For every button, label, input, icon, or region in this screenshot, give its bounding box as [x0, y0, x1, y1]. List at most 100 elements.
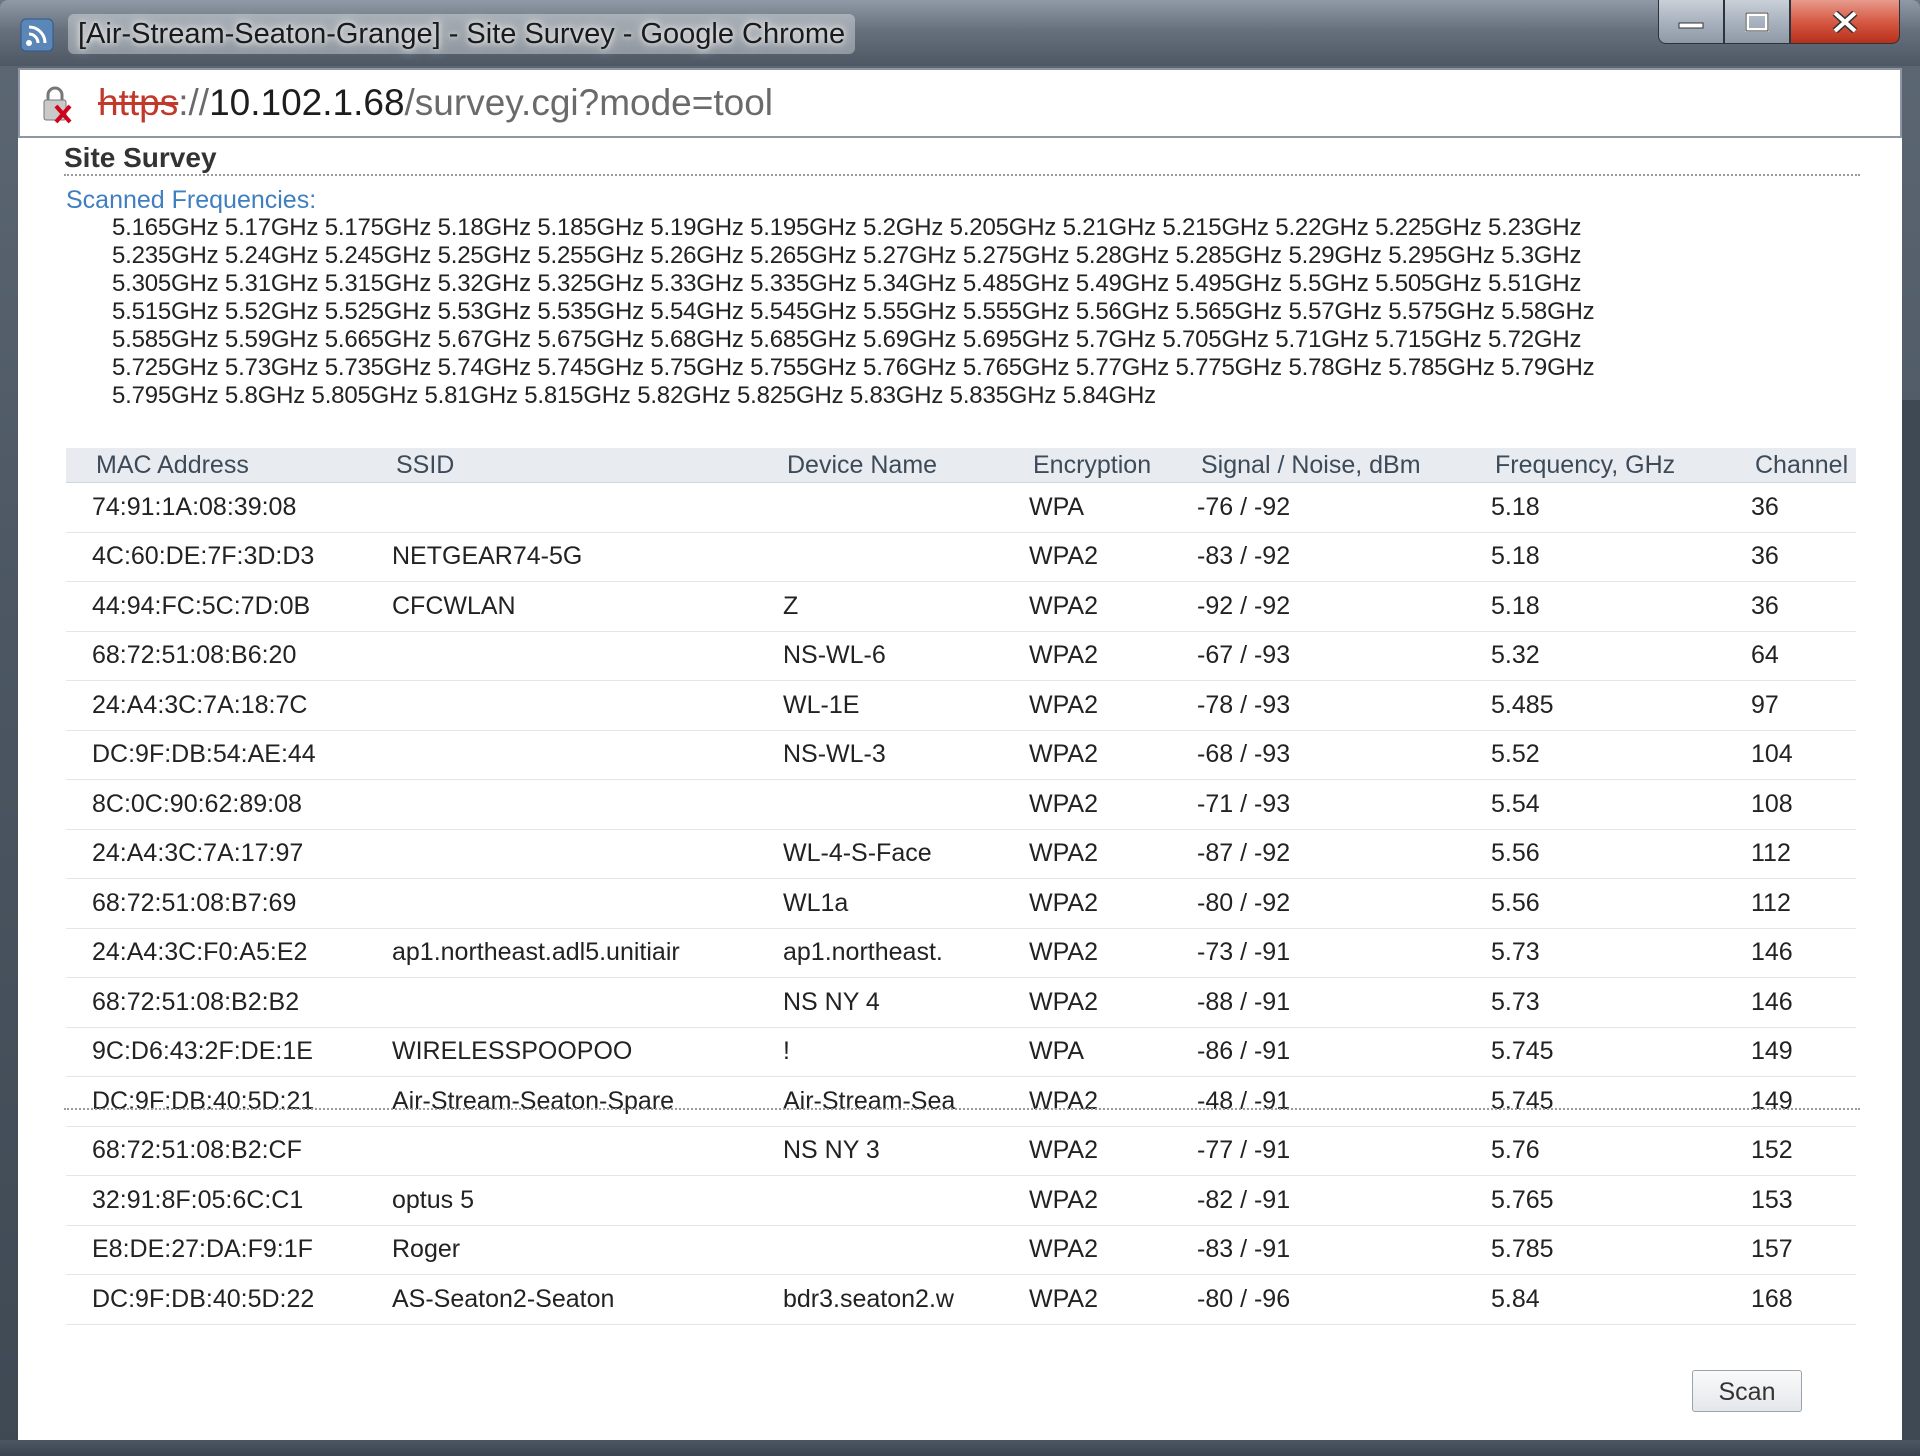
window-title: [Air-Stream-Seaton-Grange] - Site Survey…	[68, 14, 856, 54]
table-row: 74:91:1A:08:39:08 WPA -76 / -92 5.18 36	[66, 482, 1856, 533]
cell-device-name: WL1a	[783, 878, 1029, 929]
table-row: DC:9F:DB:40:5D:21 Air-Stream-Seaton-Spare…	[66, 1076, 1856, 1127]
url-text[interactable]: https://10.102.1.68/survey.cgi?mode=tool	[98, 70, 773, 136]
title-bar[interactable]: [Air-Stream-Seaton-Grange] - Site Survey…	[0, 0, 1920, 66]
column-header-frequency[interactable]: Frequency, GHz	[1491, 448, 1751, 483]
cell-signal-noise: -48 / -91	[1197, 1076, 1491, 1127]
cell-signal-noise: -67 / -93	[1197, 631, 1491, 681]
browser-window: [Air-Stream-Seaton-Grange] - Site Survey…	[0, 0, 1920, 1456]
cell-mac: 24:A4:3C:7A:17:97	[66, 829, 392, 879]
cell-frequency: 5.18	[1491, 482, 1751, 533]
cell-signal-noise: -71 / -93	[1197, 779, 1491, 830]
column-header-channel[interactable]: Channel	[1751, 448, 1856, 483]
cell-frequency: 5.76	[1491, 1126, 1751, 1176]
table-row: 68:72:51:08:B2:CF NS NY 3 WPA2 -77 / -91 5.7…	[66, 1126, 1856, 1176]
cell-signal-noise: -78 / -93	[1197, 680, 1491, 731]
window-bottom-frame	[0, 1440, 1920, 1456]
cell-device-name: WL-1E	[783, 680, 1029, 731]
cell-channel: 97	[1751, 680, 1856, 731]
cell-channel: 36	[1751, 482, 1856, 533]
cell-encryption: WPA2	[1029, 829, 1197, 879]
frequency-line: 5.305GHz 5.31GHz 5.315GHz 5.32GHz 5.325G…	[112, 270, 1582, 297]
cell-channel: 153	[1751, 1175, 1856, 1226]
column-header-encryption[interactable]: Encryption	[1029, 448, 1197, 483]
cell-ssid: WIRELESSPOOPOO	[392, 1027, 783, 1077]
cell-mac: 44:94:FC:5C:7D:0B	[66, 581, 392, 632]
cell-encryption: WPA2	[1029, 977, 1197, 1028]
cell-encryption: WPA2	[1029, 1225, 1197, 1275]
cell-channel: 36	[1751, 532, 1856, 582]
cell-frequency: 5.765	[1491, 1175, 1751, 1226]
cell-channel: 36	[1751, 581, 1856, 632]
page-title: Site Survey	[64, 142, 217, 173]
cell-ssid	[392, 730, 783, 780]
frequency-line: 5.725GHz 5.73GHz 5.735GHz 5.74GHz 5.745G…	[112, 354, 1595, 381]
cell-device-name	[783, 482, 1029, 533]
cell-channel: 146	[1751, 928, 1856, 978]
cell-signal-noise: -83 / -92	[1197, 532, 1491, 582]
frequency-line: 5.165GHz 5.17GHz 5.175GHz 5.18GHz 5.185G…	[112, 214, 1582, 241]
column-header-signal-noise[interactable]: Signal / Noise, dBm	[1197, 448, 1491, 483]
table-row: 32:91:8F:05:6C:C1 optus 5 WPA2 -82 / -91 5.7…	[66, 1175, 1856, 1226]
table-header-row: MAC Address SSID Device Name Encryption …	[66, 448, 1856, 483]
cell-signal-noise: -80 / -92	[1197, 878, 1491, 929]
cell-frequency: 5.84	[1491, 1274, 1751, 1325]
cell-ssid	[392, 1126, 783, 1176]
cell-encryption: WPA2	[1029, 878, 1197, 929]
close-icon	[1832, 10, 1858, 33]
cell-device-name	[783, 1175, 1029, 1226]
cell-channel: 112	[1751, 878, 1856, 929]
cell-signal-noise: -92 / -92	[1197, 581, 1491, 632]
cell-encryption: WPA2	[1029, 779, 1197, 830]
cell-signal-noise: -82 / -91	[1197, 1175, 1491, 1226]
close-button[interactable]	[1790, 0, 1900, 44]
cell-channel: 152	[1751, 1126, 1856, 1176]
cell-mac: 68:72:51:08:B2:CF	[66, 1126, 392, 1176]
table-row: 24:A4:3C:F0:A5:E2 ap1.northeast.adl5.unit…	[66, 928, 1856, 978]
scan-button[interactable]: Scan	[1692, 1370, 1802, 1412]
cell-frequency: 5.56	[1491, 878, 1751, 929]
cell-channel: 168	[1751, 1274, 1856, 1325]
cell-channel: 149	[1751, 1076, 1856, 1127]
cell-encryption: WPA	[1029, 482, 1197, 533]
column-header-mac[interactable]: MAC Address	[66, 448, 392, 483]
table-row: 68:72:51:08:B2:B2 NS NY 4 WPA2 -88 / -91 5.7…	[66, 977, 1856, 1028]
cell-device-name	[783, 1225, 1029, 1275]
page-content: Site Survey Scanned Frequencies: 5.165GH…	[18, 138, 1902, 1440]
table-row: DC:9F:DB:54:AE:44 NS-WL-3 WPA2 -68 / -93 5.5…	[66, 730, 1856, 780]
cell-ssid: Air-Stream-Seaton-Spare	[392, 1076, 783, 1127]
cell-mac: DC:9F:DB:54:AE:44	[66, 730, 392, 780]
cell-device-name: WL-4-S-Face	[783, 829, 1029, 879]
cell-ssid: Roger	[392, 1225, 783, 1275]
address-bar[interactable]: https://10.102.1.68/survey.cgi?mode=tool	[18, 68, 1902, 138]
table-row: 24:A4:3C:7A:17:97 WL-4-S-Face WPA2 -87 / -9…	[66, 829, 1856, 879]
cell-frequency: 5.54	[1491, 779, 1751, 830]
cell-encryption: WPA2	[1029, 1126, 1197, 1176]
cell-encryption: WPA2	[1029, 1175, 1197, 1226]
cell-device-name	[783, 779, 1029, 830]
table-row: E8:DE:27:DA:F9:1F Roger WPA2 -83 / -91 5.785…	[66, 1225, 1856, 1275]
column-header-device-name[interactable]: Device Name	[783, 448, 1029, 483]
minimize-button[interactable]	[1658, 0, 1724, 44]
cell-encryption: WPA2	[1029, 1274, 1197, 1325]
frequency-line: 5.515GHz 5.52GHz 5.525GHz 5.53GHz 5.535G…	[112, 298, 1595, 325]
cell-device-name	[783, 532, 1029, 582]
cell-ssid	[392, 977, 783, 1028]
cell-signal-noise: -86 / -91	[1197, 1027, 1491, 1077]
cell-mac: 32:91:8F:05:6C:C1	[66, 1175, 392, 1226]
title-divider	[64, 174, 1860, 176]
cell-mac: E8:DE:27:DA:F9:1F	[66, 1225, 392, 1275]
maximize-button[interactable]	[1724, 0, 1790, 44]
cell-frequency: 5.745	[1491, 1076, 1751, 1127]
table-row: 44:94:FC:5C:7D:0B CFCWLAN Z WPA2 -92 / -92 5.…	[66, 581, 1856, 632]
cell-signal-noise: -80 / -96	[1197, 1274, 1491, 1325]
cell-mac: 24:A4:3C:F0:A5:E2	[66, 928, 392, 978]
cell-ssid: optus 5	[392, 1175, 783, 1226]
cell-encryption: WPA	[1029, 1027, 1197, 1077]
cell-encryption: WPA2	[1029, 631, 1197, 681]
cell-device-name: Z	[783, 581, 1029, 632]
column-header-ssid[interactable]: SSID	[392, 448, 783, 483]
table-row: DC:9F:DB:40:5D:22 AS-Seaton2-Seaton bdr3.s…	[66, 1274, 1856, 1325]
cell-ssid: AS-Seaton2-Seaton	[392, 1274, 783, 1325]
cell-channel: 112	[1751, 829, 1856, 879]
